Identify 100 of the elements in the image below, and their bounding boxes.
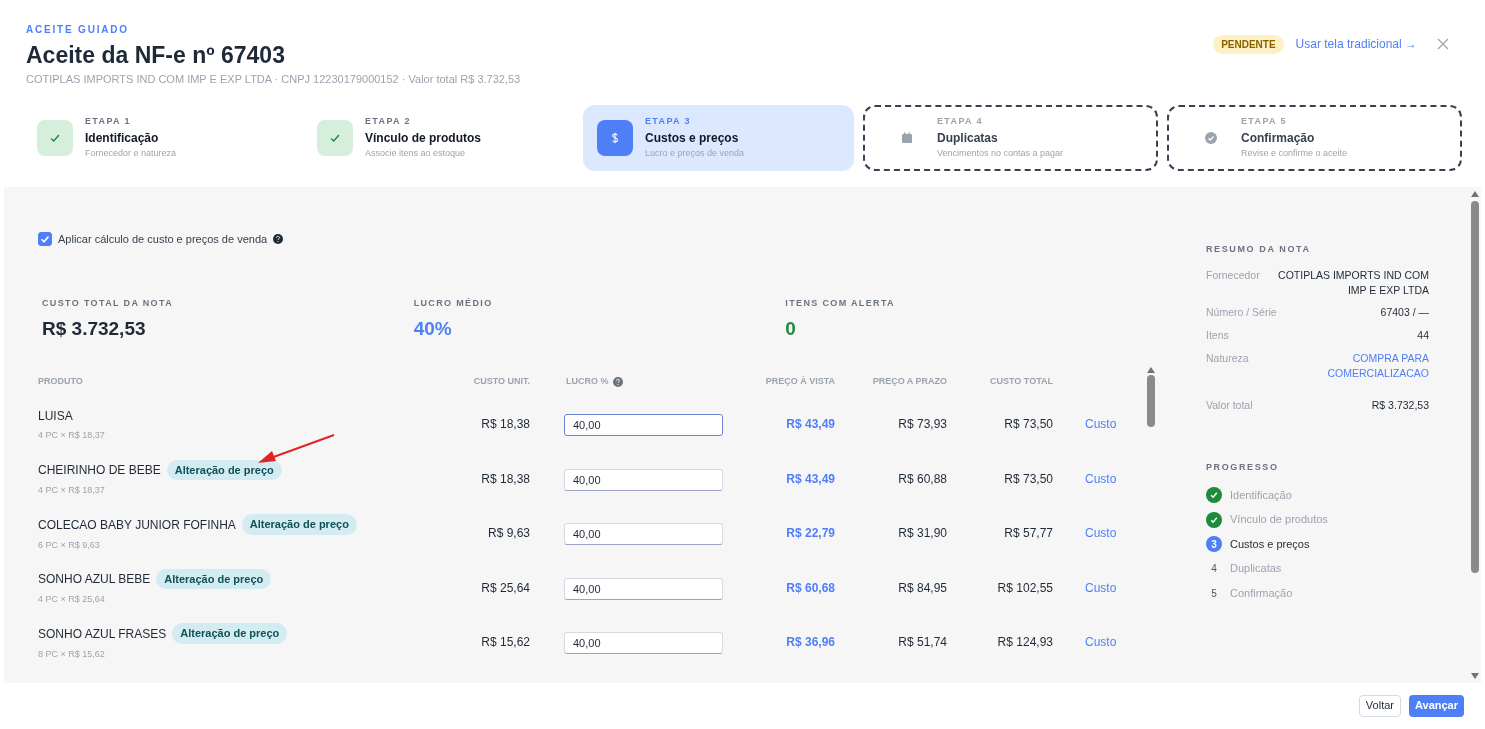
stat-label: LUCRO MÉDIO <box>413 297 494 310</box>
column-header: PREÇO A PRAZO <box>871 375 947 389</box>
price-change-badge: Alteração de preço <box>172 623 288 644</box>
progress-step: Vínculo de produtos <box>1230 511 1328 528</box>
column-header: PREÇO À VISTA <box>764 375 835 389</box>
step-description: Fornecedor e natureza <box>85 146 177 160</box>
scrollbar-thumb[interactable] <box>1471 200 1479 573</box>
profit-input[interactable]: 40,00 <box>564 468 723 491</box>
term-price: R$ 60,88 <box>897 470 947 488</box>
stat-value: 0 <box>785 316 797 341</box>
total-cost: R$ 57,77 <box>1003 525 1054 543</box>
progress-marker: 3 <box>1206 536 1222 552</box>
step-title: Confirmação <box>1241 129 1316 147</box>
cost-link[interactable]: Custo <box>1085 578 1117 597</box>
step-label: ETAPA 4 <box>937 115 984 128</box>
cost-link[interactable]: Custo <box>1085 524 1117 543</box>
summary-value: R$ 3.732,53 <box>1371 397 1429 413</box>
step-card[interactable]: ETAPA 3 Custos e preços Lucro e preços de venda <box>583 104 854 171</box>
apply-checkbox-label: Aplicar cálculo de custo e preços de venda <box>58 231 268 247</box>
summary-link[interactable]: COMPRA PARA COMERCIALIZACAO <box>1260 350 1429 381</box>
product-name: SONHO AZUL BEBE <box>38 571 151 588</box>
help-icon[interactable] <box>273 233 284 244</box>
step-title: Vínculo de produtos <box>365 129 481 147</box>
cost-link[interactable]: Custo <box>1085 469 1117 488</box>
column-header: PRODUTO <box>38 375 84 389</box>
summary-title: RESUMO DA NOTA <box>1206 242 1312 256</box>
product-name: SONHO AZUL FRASES <box>38 625 167 643</box>
page-subtitle: COTIPLAS IMPORTS IND COM IMP E EXP LTDA · CNPJ 12230179000152 · Valor total R$ 3.732,53 <box>26 72 522 87</box>
step-check-icon <box>317 119 353 156</box>
price-change-badge: Alteração de preço <box>241 514 357 535</box>
term-price: R$ 84,95 <box>897 579 947 597</box>
product-name: CHEIRINHO DE BEBE <box>38 462 161 479</box>
status-badge: PENDENTE <box>1213 34 1284 54</box>
progress-step: Confirmação <box>1230 584 1293 602</box>
cost-link[interactable]: Custo <box>1085 633 1117 652</box>
apply-checkbox[interactable] <box>38 231 52 246</box>
step-title: Duplicatas <box>937 129 999 147</box>
calendar-icon <box>901 131 913 144</box>
step-description: Vencimentos no contas a pagar <box>937 146 1064 160</box>
progress-marker: 4 <box>1210 562 1218 576</box>
product-quantity: 8 PC × R$ 15,62 <box>38 647 106 661</box>
product-name: LUISA <box>38 407 73 425</box>
step-label: ETAPA 1 <box>85 115 132 128</box>
cost-link[interactable]: Custo <box>1085 415 1117 434</box>
profit-input[interactable]: 40,00 <box>564 632 723 655</box>
scroll-down-icon[interactable] <box>1471 672 1479 679</box>
traditional-view-link[interactable]: Usar tela tradicional → <box>1295 35 1417 53</box>
progress-step: Duplicatas <box>1230 560 1282 577</box>
next-button[interactable]: Avançar <box>1409 694 1464 717</box>
step-label: ETAPA 5 <box>1241 115 1288 128</box>
step-label: ETAPA 2 <box>365 115 412 128</box>
column-header: LUCRO % <box>566 375 609 389</box>
cash-price: R$ 43,49 <box>785 416 835 434</box>
summary-value: 67403 / — <box>1380 305 1429 320</box>
summary-value: 44 <box>1417 327 1429 343</box>
step-card[interactable]: ETAPA 1 Identificação Fornecedor e natureza <box>23 104 294 171</box>
summary-label: Fornecedor <box>1206 268 1260 283</box>
price-change-badge: Alteração de preço <box>156 568 272 590</box>
profit-input[interactable]: 40,00 <box>564 577 723 600</box>
check-circle-icon <box>1205 131 1217 144</box>
summary-label: Número / Série <box>1206 305 1277 320</box>
product-quantity: 4 PC × R$ 18,37 <box>38 428 106 442</box>
column-header: CUSTO UNIT. <box>472 375 530 389</box>
total-cost: R$ 73,50 <box>1003 416 1054 434</box>
term-price: R$ 31,90 <box>897 525 947 543</box>
progress-step: Identificação <box>1230 486 1292 504</box>
cash-price: R$ 36,96 <box>785 634 835 652</box>
eyebrow-label: ACEITE GUIADO <box>26 23 130 37</box>
unit-cost: R$ 9,63 <box>486 525 530 543</box>
back-button[interactable]: Voltar <box>1358 694 1401 717</box>
scroll-up-icon[interactable] <box>1147 367 1155 373</box>
step-card[interactable]: ETAPA 4 Duplicatas Vencimentos no contas a pagar <box>863 104 1158 171</box>
summary-label: Natureza <box>1206 350 1249 366</box>
step-title: Identificação <box>85 129 160 147</box>
step-description: Lucro e preços de venda <box>645 146 745 160</box>
term-price: R$ 51,74 <box>897 634 947 652</box>
price-change-badge: Alteração de preço <box>166 459 282 481</box>
total-cost: R$ 102,55 <box>996 579 1054 597</box>
unit-cost: R$ 25,64 <box>480 579 530 597</box>
profit-input[interactable]: 40,00 <box>564 414 723 437</box>
total-cost: R$ 73,50 <box>1003 470 1054 488</box>
summary-label: Itens <box>1206 327 1229 343</box>
step-description: Revise e confirme o aceite <box>1241 146 1348 160</box>
summary-label: Valor total <box>1206 397 1253 413</box>
step-card[interactable]: ETAPA 5 Confirmação Revise e confirme o aceite <box>1167 104 1462 171</box>
step-label: ETAPA 3 <box>645 115 692 128</box>
close-icon[interactable] <box>1437 38 1449 50</box>
cash-price: R$ 43,49 <box>785 470 835 488</box>
unit-cost: R$ 15,62 <box>480 634 530 652</box>
progress-marker: 5 <box>1210 586 1218 601</box>
step-card[interactable]: ETAPA 2 Vínculo de produtos Associe itens ao estoque <box>303 104 574 171</box>
unit-cost: R$ 18,38 <box>480 470 530 488</box>
scroll-up-icon[interactable] <box>1471 190 1479 197</box>
stat-value: 40% <box>413 316 453 341</box>
term-price: R$ 73,93 <box>897 416 947 434</box>
profit-input[interactable]: 40,00 <box>564 523 723 546</box>
stat-value: R$ 3.732,53 <box>42 316 147 341</box>
column-header: CUSTO TOTAL <box>989 375 1054 389</box>
scrollbar-thumb[interactable] <box>1147 375 1155 427</box>
progress-step: Custos e preços <box>1230 535 1310 553</box>
